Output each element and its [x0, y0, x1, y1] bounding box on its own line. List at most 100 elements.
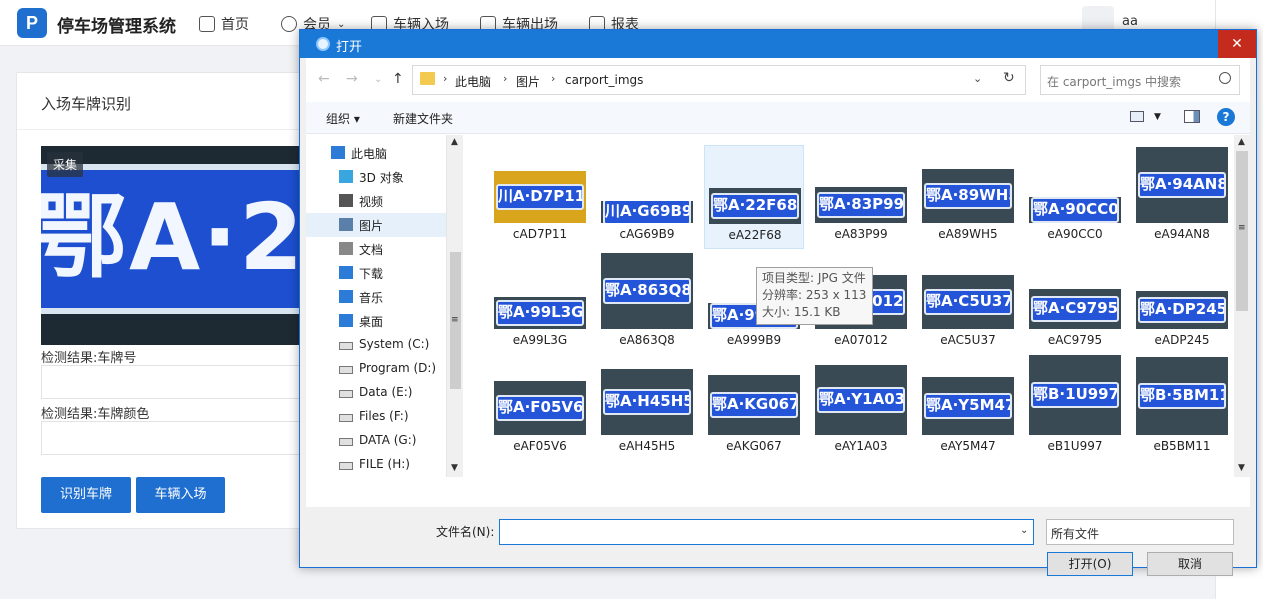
new-folder-button[interactable]: 新建文件夹: [393, 110, 453, 127]
file-item[interactable]: 鄂A·DP245 eADP245: [1132, 251, 1232, 355]
plate-image: 川A·G69B9: [603, 201, 691, 223]
plate-image: 鄂A·22F68: [711, 193, 799, 219]
file-item[interactable]: 鄂A·C5U37 eAC5U37: [918, 251, 1018, 355]
close-button[interactable]: ✕: [1218, 30, 1256, 58]
file-item[interactable]: 鄂A·Y5M47 eAY5M47: [918, 357, 1018, 461]
recognize-plate-button[interactable]: 识别车牌: [41, 477, 131, 513]
capture-tag[interactable]: 采集: [47, 152, 84, 177]
plate-image: 鄂A·C5U37: [924, 289, 1012, 315]
file-thumbnail: 川A·G69B9: [601, 201, 693, 223]
preview-pane-icon[interactable]: [1184, 110, 1200, 123]
file-item[interactable]: 鄂A·83P99 eA83P99: [811, 145, 911, 249]
view-mode-icon[interactable]: [1130, 111, 1144, 122]
tree-item[interactable]: 图片: [306, 213, 446, 237]
tree-item[interactable]: 视频: [306, 189, 446, 213]
file-item[interactable]: 川A·G69B9 cAG69B9: [597, 145, 697, 249]
nav-home[interactable]: 首页: [199, 14, 249, 34]
plate-image: 鄂A·H45H5: [603, 389, 691, 415]
scroll-up-icon[interactable]: ▲: [451, 137, 458, 147]
tree-item-label: Data (E:): [359, 385, 413, 399]
plate-number-label: 检测结果:车牌号: [41, 351, 137, 366]
tree-item[interactable]: System (C:): [306, 333, 446, 357]
breadcrumb-this-pc[interactable]: 此电脑: [455, 73, 491, 90]
file-item[interactable]: 鄂A·863Q8 eA863Q8: [597, 251, 697, 355]
drive-icon: [339, 342, 353, 350]
tree-item[interactable]: 音乐: [306, 285, 446, 309]
file-item[interactable]: 鄂A·C9795 eAC9795: [1025, 251, 1125, 355]
cancel-button[interactable]: 取消: [1147, 552, 1233, 576]
refresh-icon[interactable]: ↻: [1003, 70, 1015, 86]
file-item[interactable]: 鄂A·H45H5 eAH45H5: [597, 357, 697, 461]
vehicle-enter-button[interactable]: 车辆入场: [136, 477, 225, 513]
card-title: 入场车牌识别: [41, 95, 132, 113]
breadcrumb-separator: ›: [551, 72, 556, 85]
organize-menu[interactable]: 组织 ▾: [326, 110, 360, 127]
tree-item-label: 下载: [359, 267, 384, 281]
tree-item[interactable]: 文档: [306, 237, 446, 261]
recent-chevron-icon[interactable]: ⌄: [374, 74, 382, 85]
view-dropdown-icon[interactable]: ▼: [1154, 112, 1161, 122]
file-name: eAF05V6: [513, 439, 567, 453]
plate-number-field[interactable]: [41, 365, 317, 399]
forward-arrow-icon[interactable]: →: [346, 71, 358, 87]
tree-item-label: 桌面: [359, 315, 384, 329]
tree-item-label: 此电脑: [351, 147, 388, 161]
file-item[interactable]: 鄂B·5BM11 eB5BM11: [1132, 357, 1232, 461]
breadcrumb-pictures[interactable]: 图片: [516, 73, 540, 90]
3d-objects-icon: [339, 170, 353, 183]
address-bar[interactable]: › 此电脑 › 图片 › carport_imgs ⌄ ↻: [412, 65, 1026, 95]
file-item[interactable]: 鄂A·Y1A03 eAY1A03: [811, 357, 911, 461]
file-name: eB1U997: [1047, 439, 1103, 453]
tree-item[interactable]: DATA (G:): [306, 429, 446, 453]
file-thumbnail: 鄂A·DP245: [1136, 291, 1228, 329]
tree-item[interactable]: FILE (H:): [306, 453, 446, 477]
back-arrow-icon[interactable]: ←: [318, 71, 330, 87]
file-name: cAG69B9: [619, 227, 675, 241]
search-box[interactable]: 在 carport_imgs 中搜索: [1040, 65, 1240, 95]
file-item[interactable]: 鄂A·99L3G eA99L3G: [490, 251, 590, 355]
filename-dropdown-icon[interactable]: ⌄: [1020, 525, 1028, 536]
scroll-down-icon[interactable]: ▼: [451, 463, 458, 473]
up-arrow-icon[interactable]: ↑: [392, 71, 404, 87]
grid-scrollbar[interactable]: ▲ ≡ ▼: [1234, 135, 1250, 477]
file-item[interactable]: 川A·D7P11 cAD7P11: [490, 145, 590, 249]
scroll-up-icon[interactable]: ▲: [1238, 137, 1245, 147]
tree-item[interactable]: 下载: [306, 261, 446, 285]
plate-image: 川A·D7P11: [496, 184, 584, 210]
tree-item[interactable]: 此电脑: [306, 141, 446, 165]
filetype-select[interactable]: 所有文件 ⌄: [1046, 519, 1234, 545]
plate-image: 鄂A·83P99: [817, 192, 905, 218]
file-item[interactable]: 鄂A·F05V6 eAF05V6: [490, 357, 590, 461]
folder-icon: [420, 72, 435, 85]
user-name[interactable]: aa: [1122, 14, 1138, 29]
tree-item[interactable]: 3D 对象: [306, 165, 446, 189]
file-item[interactable]: 鄂A·94AN8 eA94AN8: [1132, 145, 1232, 249]
plate-image: 鄂B·1U997: [1031, 382, 1119, 408]
scroll-down-icon[interactable]: ▼: [1238, 463, 1245, 473]
file-thumbnail: 鄂A·863Q8: [601, 253, 693, 329]
filename-input[interactable]: ⌄: [499, 519, 1034, 545]
tree-item[interactable]: 桌面: [306, 309, 446, 333]
card-divider: [17, 129, 317, 130]
breadcrumb-carport-imgs[interactable]: carport_imgs: [565, 73, 643, 87]
dialog-titlebar[interactable]: 打开 ✕: [300, 30, 1256, 58]
file-item[interactable]: 鄂B·1U997 eB1U997: [1025, 355, 1125, 461]
file-item[interactable]: 鄂A·89WH5 eA89WH5: [918, 145, 1018, 249]
tree-item[interactable]: Program (D:): [306, 357, 446, 381]
tree-item[interactable]: Files (F:): [306, 405, 446, 429]
plate-image: 鄂A·94AN8: [1138, 172, 1226, 198]
file-name: eB5BM11: [1153, 439, 1211, 453]
tree-item-label: Program (D:): [359, 361, 437, 375]
file-thumbnail: 鄂A·Y5M47: [922, 377, 1014, 435]
file-item[interactable]: 鄂A·90CC0 eA90CC0: [1025, 145, 1125, 249]
tree-scrollbar[interactable]: ▲ ≡ ▼: [446, 135, 463, 477]
plate-color-field[interactable]: [41, 421, 317, 455]
file-item[interactable]: 鄂A·KG067 eAKG067: [704, 357, 804, 461]
file-item[interactable]: 鄂A·22F68 eA22F68: [704, 145, 804, 249]
plate-image: 鄂A·90CC0: [1031, 197, 1119, 223]
tree-item[interactable]: Data (E:): [306, 381, 446, 405]
address-dropdown-icon[interactable]: ⌄: [973, 72, 982, 85]
open-button[interactable]: 打开(O): [1047, 552, 1133, 576]
file-thumbnail: 鄂A·F05V6: [494, 381, 586, 435]
help-icon[interactable]: ?: [1217, 108, 1235, 126]
